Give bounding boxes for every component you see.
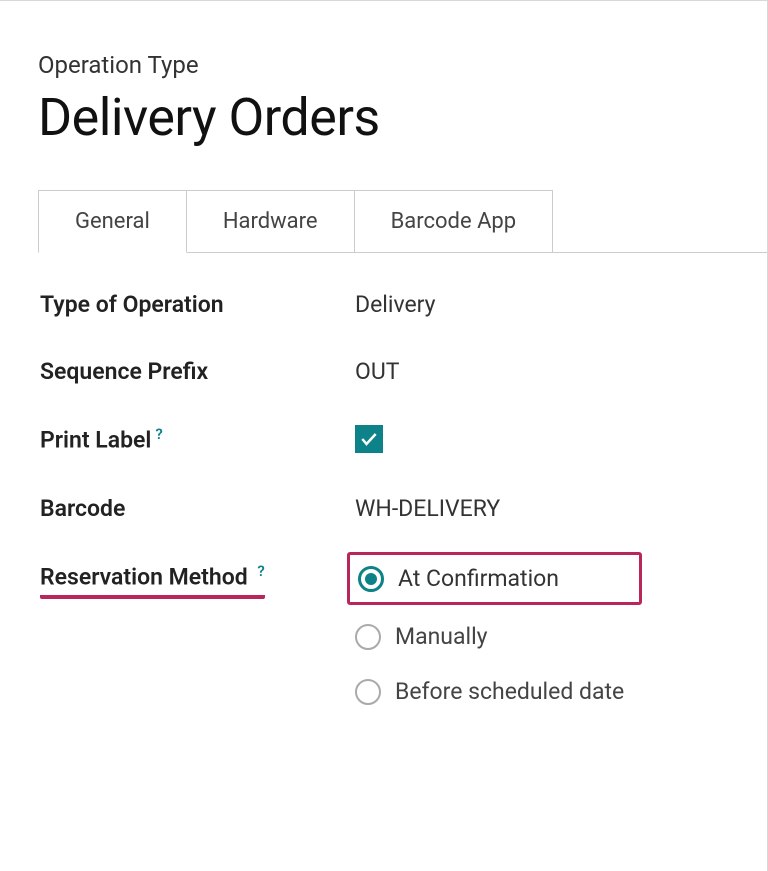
- radio-option-manually[interactable]: Manually: [355, 623, 624, 650]
- radio-option-before-scheduled[interactable]: Before scheduled date: [355, 678, 624, 705]
- check-icon: [359, 429, 379, 449]
- radio-manually[interactable]: [355, 624, 381, 650]
- field-reservation-method: Reservation Method ? At Confirmation Man…: [40, 562, 767, 705]
- field-barcode: Barcode WH-DELIVERY: [40, 495, 767, 522]
- field-type-of-operation: Type of Operation Delivery: [40, 291, 767, 318]
- checkbox-print-label[interactable]: [355, 425, 383, 453]
- label-print-label: Print Label?: [40, 425, 355, 454]
- label-print-label-text: Print Label: [40, 427, 151, 454]
- tab-bar: General Hardware Barcode App: [38, 190, 767, 253]
- label-reservation-method-underline: Reservation Method ?: [40, 562, 265, 599]
- tab-barcode-app[interactable]: Barcode App: [354, 190, 554, 252]
- value-sequence-prefix[interactable]: OUT: [355, 358, 399, 385]
- radio-before-scheduled[interactable]: [355, 679, 381, 705]
- value-print-label: [355, 425, 383, 455]
- page-title: Delivery Orders: [38, 87, 767, 148]
- highlight-at-confirmation: At Confirmation: [347, 552, 642, 605]
- label-type-of-operation: Type of Operation: [40, 291, 355, 318]
- tab-general[interactable]: General: [38, 190, 187, 253]
- help-icon[interactable]: ?: [155, 425, 162, 443]
- radio-at-confirmation[interactable]: [358, 566, 384, 592]
- field-sequence-prefix: Sequence Prefix OUT: [40, 358, 767, 385]
- radio-label-manually: Manually: [395, 623, 488, 650]
- radio-group-reservation-method: At Confirmation Manually Before schedule…: [355, 562, 624, 705]
- form-container: Operation Type Delivery Orders General H…: [0, 0, 768, 871]
- value-type-of-operation: Delivery: [355, 291, 436, 318]
- value-barcode[interactable]: WH-DELIVERY: [355, 495, 500, 522]
- value-reservation-method: At Confirmation Manually Before schedule…: [355, 562, 624, 705]
- label-barcode: Barcode: [40, 495, 355, 522]
- help-icon[interactable]: ?: [257, 562, 264, 580]
- tab-hardware[interactable]: Hardware: [186, 190, 355, 252]
- form-body: Type of Operation Delivery Sequence Pref…: [38, 291, 767, 705]
- radio-label-at-confirmation[interactable]: At Confirmation: [398, 565, 559, 592]
- radio-label-before-scheduled: Before scheduled date: [395, 678, 624, 705]
- label-reservation-method-text: Reservation Method: [40, 564, 248, 591]
- label-reservation-method: Reservation Method ?: [40, 562, 355, 599]
- field-print-label: Print Label?: [40, 425, 767, 455]
- breadcrumb[interactable]: Operation Type: [38, 51, 767, 79]
- label-sequence-prefix: Sequence Prefix: [40, 358, 355, 385]
